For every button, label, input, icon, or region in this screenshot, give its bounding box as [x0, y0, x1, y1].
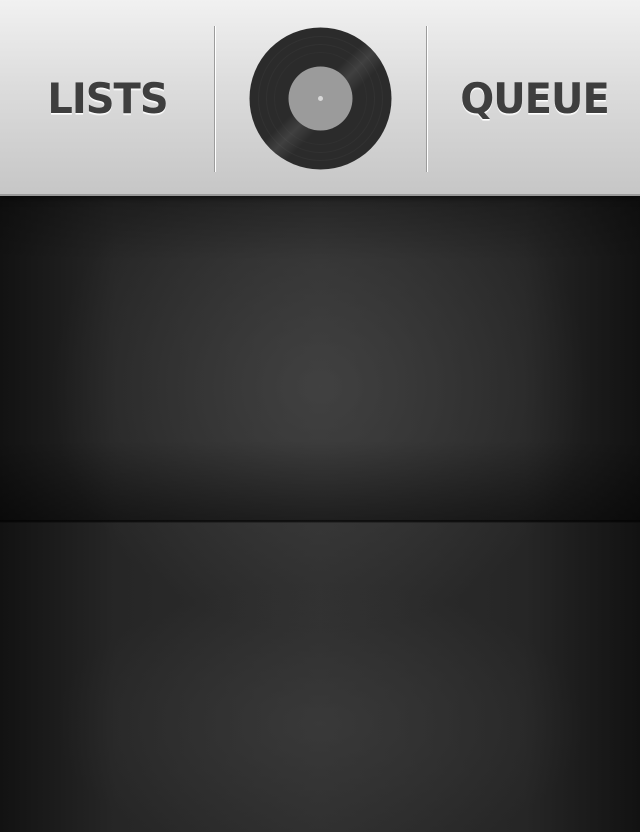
- main-content-area: [0, 196, 640, 832]
- queue-tab-label: QUEUE: [460, 74, 610, 124]
- app-window: LISTS QUEUE: [0, 0, 640, 832]
- lower-panel: [0, 523, 640, 832]
- divider-right: [426, 26, 428, 172]
- queue-tab[interactable]: QUEUE: [429, 0, 640, 194]
- lists-tab-label: LISTS: [47, 74, 168, 124]
- vinyl-record-graphic: [249, 27, 392, 170]
- upper-panel: [0, 196, 640, 522]
- divider-left: [214, 26, 216, 172]
- lists-tab[interactable]: LISTS: [0, 0, 215, 194]
- top-navigation-bar: LISTS QUEUE: [0, 0, 640, 196]
- vinyl-record-icon[interactable]: [249, 27, 392, 170]
